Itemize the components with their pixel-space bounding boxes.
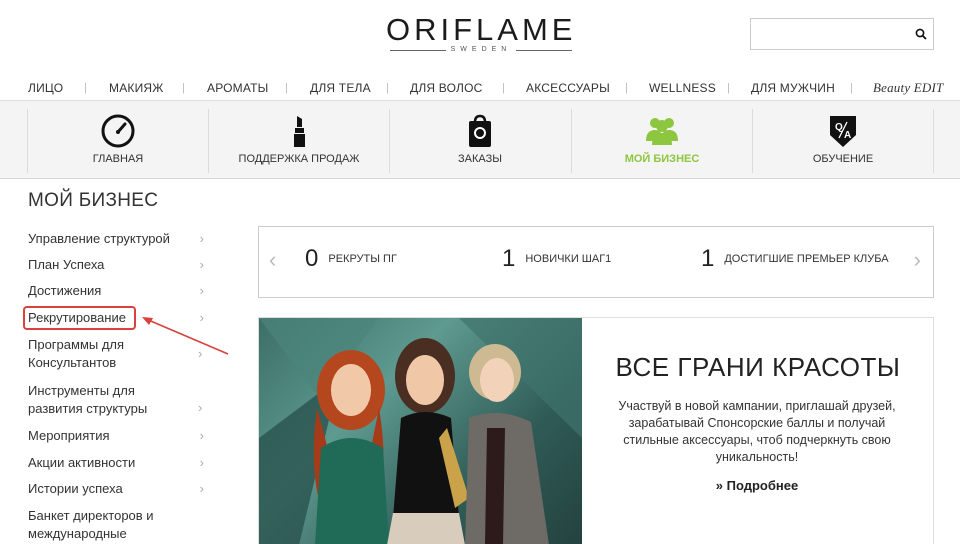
nav-separator: |	[84, 82, 87, 94]
sidebar-item-structure[interactable]: Управление структурой ›	[28, 230, 218, 248]
section-divider	[933, 109, 934, 173]
sidebar-item-events[interactable]: Мероприятия ›	[28, 427, 218, 445]
chevron-right-icon[interactable]: ›	[914, 247, 921, 273]
brand-logo[interactable]: ORIFLAME SWEDEN	[386, 12, 577, 54]
stat-recruits: 0 РЕКРУТЫ ПГ	[305, 245, 397, 273]
logo-subtitle: SWEDEN	[386, 46, 576, 53]
sidebar-item-label: Банкет директоров и международные	[28, 508, 154, 541]
sidebar-item-label: Достижения	[28, 283, 102, 298]
sidebar-item-label: Мероприятия	[28, 428, 110, 443]
annotation-arrow	[142, 317, 229, 355]
svg-text:A: A	[844, 130, 851, 141]
section-tab-sales-support[interactable]: ПОДДЕРЖКА ПРОДАЖ	[209, 101, 389, 179]
search-input[interactable]	[751, 19, 901, 49]
sidebar-item-success-stories[interactable]: Истории успеха ›	[28, 480, 218, 498]
stat-newcomers: 1 НОВИЧКИ ШАГ1	[502, 245, 611, 273]
section-nav: ГЛАВНАЯ ПОДДЕРЖКА ПРОДАЖ ЗАКАЗЫ МОЙ БИЗН…	[0, 100, 960, 179]
stat-value: 0	[305, 245, 319, 272]
sidebar-item-label: Программы для Консультантов	[28, 337, 125, 370]
chevron-right-icon: ›	[199, 257, 204, 272]
search-box	[750, 18, 934, 50]
promo-more-link[interactable]: » Подробнее	[607, 478, 907, 493]
lipstick-icon	[294, 116, 305, 147]
nav-item-face[interactable]: ЛИЦО	[28, 81, 63, 95]
nav-item-hair[interactable]: ДЛЯ ВОЛОС	[410, 81, 482, 95]
stat-label: РЕКРУТЫ ПГ	[328, 253, 397, 265]
stat-value: 1	[701, 245, 715, 272]
section-tab-label: МОЙ БИЗНЕС	[624, 153, 700, 165]
sidebar-item-banquet[interactable]: Банкет директоров и международные	[28, 507, 198, 543]
nav-item-accessories[interactable]: АКСЕССУАРЫ	[526, 81, 610, 95]
stat-label: ДОСТИГШИЕ ПРЕМЬЕР КЛУБА	[724, 253, 889, 265]
nav-separator: |	[850, 82, 853, 94]
stat-value: 1	[502, 245, 516, 272]
sidebar-item-label: План Успеха	[28, 257, 105, 272]
chevron-right-icon: ›	[199, 428, 204, 443]
promo-description: Участвуй в новой кампании, приглашай дру…	[618, 399, 896, 464]
qa-badge-icon: Q A	[830, 116, 856, 147]
section-tab-my-business[interactable]: МОЙ БИЗНЕС	[572, 101, 752, 179]
nav-separator: |	[182, 82, 185, 94]
sidebar-item-label: Инструменты для развития структуры	[28, 383, 148, 416]
sidebar-item-label: Истории успеха	[28, 481, 123, 496]
chevron-right-icon: ›	[199, 481, 204, 496]
nav-separator: |	[727, 82, 730, 94]
speedometer-icon	[101, 114, 135, 148]
stat-label: НОВИЧКИ ШАГ1	[525, 253, 612, 265]
promo-title: ВСЕ ГРАНИ КРАСОТЫ	[615, 352, 901, 382]
nav-item-men[interactable]: ДЛЯ МУЖЧИН	[751, 81, 835, 95]
nav-separator: |	[285, 82, 288, 94]
section-tab-home[interactable]: ГЛАВНАЯ	[28, 101, 208, 179]
highlight-annotation	[23, 306, 136, 330]
sidebar-item-label: Управление структурой	[28, 231, 170, 246]
sidebar-item-success-plan[interactable]: План Успеха ›	[28, 256, 218, 274]
nav-item-makeup[interactable]: МАКИЯЖ	[109, 81, 164, 95]
chevron-right-icon: ›	[198, 400, 203, 415]
nav-separator: |	[625, 82, 628, 94]
nav-separator: |	[502, 82, 505, 94]
nav-separator: |	[386, 82, 389, 94]
chevron-right-icon: ›	[199, 455, 204, 470]
stat-premier-club: 1 ДОСТИГШИЕ ПРЕМЬЕР КЛУБА	[701, 245, 889, 273]
sidebar-item-tools[interactable]: Инструменты для развития структуры	[28, 382, 198, 418]
nav-item-wellness[interactable]: WELLNESS	[649, 81, 716, 95]
sidebar-item-activity-promos[interactable]: Акции активности ›	[28, 454, 218, 472]
section-tab-orders[interactable]: ЗАКАЗЫ	[390, 101, 570, 179]
models-illustration	[259, 318, 582, 544]
people-icon	[646, 118, 678, 145]
section-tab-label: ГЛАВНАЯ	[92, 153, 144, 165]
section-tab-label: ЗАКАЗЫ	[458, 153, 502, 165]
chevron-left-icon[interactable]: ‹	[269, 247, 276, 273]
stats-carousel: ‹ 0 РЕКРУТЫ ПГ 1 НОВИЧКИ ШАГ1 1 ДОСТИГШИ…	[258, 226, 934, 298]
section-tab-label: ПОДДЕРЖКА ПРОДАЖ	[238, 153, 360, 165]
nav-item-fragrance[interactable]: АРОМАТЫ	[207, 81, 269, 95]
nav-item-beauty-edit[interactable]: Beauty EDIT	[873, 80, 943, 96]
search-icon[interactable]	[915, 28, 927, 40]
logo-wordmark: ORIFLAME	[386, 12, 577, 47]
nav-item-body[interactable]: ДЛЯ ТЕЛА	[310, 81, 371, 95]
sidebar-item-achievements[interactable]: Достижения ›	[28, 282, 218, 300]
sidebar-item-label: Акции активности	[28, 455, 136, 470]
page-title: МОЙ БИЗНЕС	[28, 190, 159, 211]
chevron-right-icon: ›	[199, 231, 204, 246]
shopping-bag-icon	[469, 114, 491, 147]
section-tab-training[interactable]: Q A ОБУЧЕНИЕ	[753, 101, 933, 179]
chevron-right-icon: ›	[199, 283, 204, 298]
category-nav: ЛИЦО | МАКИЯЖ | АРОМАТЫ | ДЛЯ ТЕЛА | ДЛЯ…	[0, 76, 960, 100]
promo-banner: ВСЕ ГРАНИ КРАСОТЫ Участвуй в новой кампа…	[258, 317, 934, 544]
section-tab-label: ОБУЧЕНИЕ	[812, 153, 874, 165]
promo-image[interactable]	[259, 318, 582, 544]
